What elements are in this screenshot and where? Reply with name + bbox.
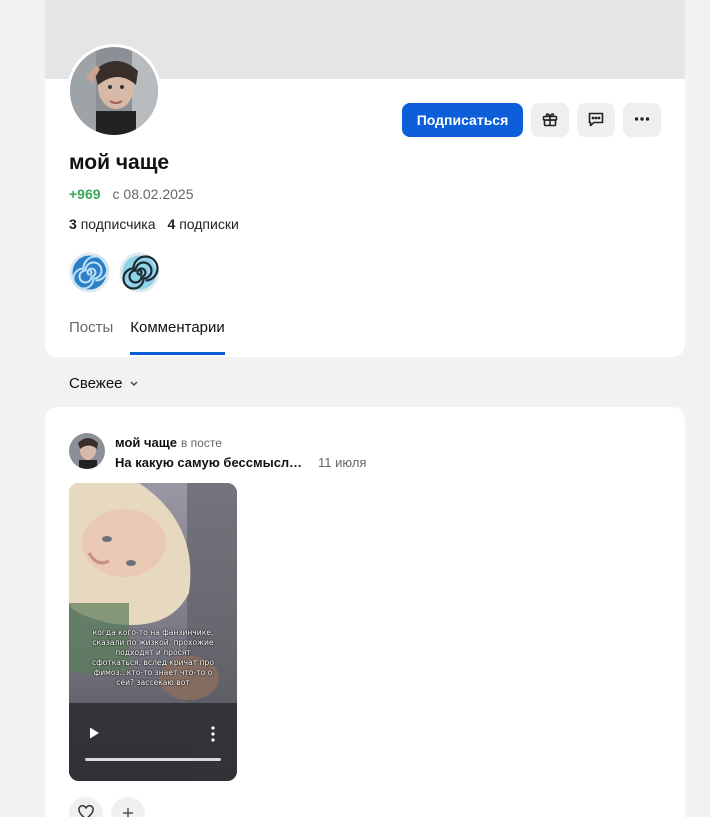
more-icon bbox=[633, 110, 651, 131]
chevron-down-icon bbox=[129, 375, 139, 392]
sort-label: Свежее bbox=[69, 375, 123, 392]
comment-author[interactable]: мой чаще bbox=[115, 435, 177, 450]
message-icon bbox=[587, 110, 605, 131]
profile-meta: +969 с 08.02.2025 bbox=[69, 186, 194, 202]
video-caption: когда кого-то на фанзинчике, сказали по … bbox=[91, 628, 215, 687]
comment-card: мой чаще в посте На какую самую бессмысл… bbox=[45, 407, 685, 817]
comment-date: 11 июля bbox=[318, 455, 367, 470]
video-progress-bar[interactable] bbox=[85, 758, 221, 761]
profile-avatar[interactable] bbox=[67, 44, 161, 138]
comment-context: в посте bbox=[180, 436, 222, 450]
video-more-icon[interactable] bbox=[207, 725, 219, 743]
subscribe-button[interactable]: Подписаться bbox=[402, 103, 523, 137]
video-player[interactable]: когда кого-то на фанзинчике, сказали по … bbox=[69, 483, 237, 781]
comment-author-avatar[interactable] bbox=[69, 433, 105, 469]
registration-date: с 08.02.2025 bbox=[112, 186, 194, 202]
tab-posts[interactable]: Посты bbox=[69, 319, 113, 355]
following-link[interactable]: 4 подписки bbox=[168, 216, 239, 232]
followers-link[interactable]: 3 подписчика bbox=[69, 216, 156, 232]
badges bbox=[69, 252, 160, 293]
spiral-badge-icon[interactable] bbox=[69, 252, 110, 293]
more-options-button[interactable] bbox=[623, 103, 661, 137]
post-title-link[interactable]: На какую самую бессмыслен… bbox=[115, 455, 306, 470]
sort-dropdown[interactable]: Свежее bbox=[69, 375, 139, 392]
heart-icon bbox=[78, 804, 94, 817]
spiral-badge-icon[interactable] bbox=[119, 252, 160, 293]
gift-icon bbox=[541, 110, 559, 131]
gift-button[interactable] bbox=[531, 103, 569, 137]
comment-post-info: На какую самую бессмыслен… 11 июля bbox=[115, 455, 366, 470]
play-icon[interactable] bbox=[87, 726, 101, 740]
tab-comments[interactable]: Комментарии bbox=[130, 319, 225, 355]
profile-counts: 3 подписчика 4 подписки bbox=[69, 216, 239, 232]
profile-name: мой чаще bbox=[69, 151, 170, 174]
message-button[interactable] bbox=[577, 103, 615, 137]
profile-tabs: Посты Комментарии bbox=[69, 319, 225, 355]
plus-icon bbox=[121, 806, 135, 817]
comment-header: мой чаще в посте bbox=[115, 435, 222, 450]
karma-value: +969 bbox=[69, 186, 101, 202]
profile-card: Подписаться мой чаще +969 с 08.02.2025 3… bbox=[45, 0, 685, 357]
